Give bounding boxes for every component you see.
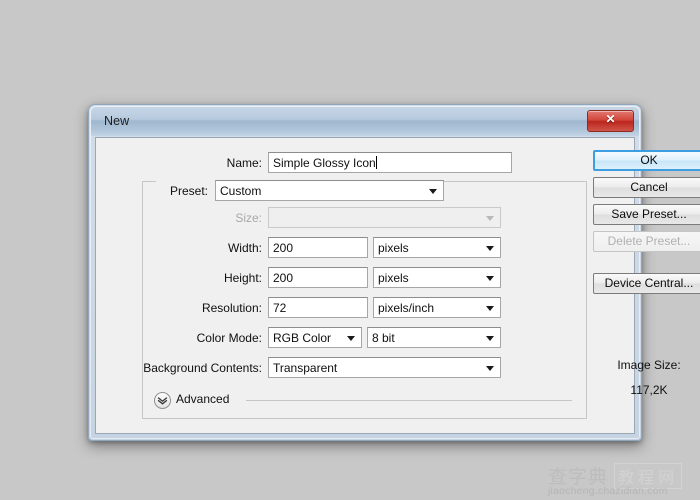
- dialog-content: Name: Simple Glossy Icon Preset: Custom …: [95, 137, 635, 434]
- save-preset-button[interactable]: Save Preset...: [593, 204, 700, 225]
- device-central-button-label: Device Central...: [604, 276, 694, 290]
- size-combobox: [268, 207, 501, 228]
- delete-preset-button: Delete Preset...: [593, 231, 700, 252]
- resolution-input[interactable]: 72: [268, 297, 368, 318]
- device-central-button[interactable]: Device Central...: [593, 273, 700, 294]
- text-caret: [375, 156, 377, 169]
- name-input[interactable]: Simple Glossy Icon: [268, 152, 512, 173]
- resolution-label: Resolution:: [201, 301, 262, 315]
- delete-preset-button-label: Delete Preset...: [607, 234, 691, 248]
- image-size-value: 117,2K: [630, 383, 668, 397]
- color-mode-label: Color Mode:: [196, 331, 262, 345]
- chevron-down-icon: [486, 246, 494, 251]
- advanced-section[interactable]: Advanced: [154, 391, 574, 409]
- width-value: 200: [273, 241, 294, 255]
- background-contents-combobox[interactable]: Transparent: [268, 357, 501, 378]
- background-contents-label: Background Contents:: [143, 361, 262, 375]
- cancel-button-label: Cancel: [630, 180, 668, 194]
- width-label: Width:: [227, 241, 262, 255]
- color-depth-combobox[interactable]: 8 bit: [367, 327, 501, 348]
- preset-label: Preset:: [169, 184, 208, 198]
- close-icon[interactable]: ✕: [587, 110, 634, 132]
- save-preset-button-label: Save Preset...: [611, 207, 687, 221]
- height-input[interactable]: 200: [268, 267, 368, 288]
- close-glyph: ✕: [605, 112, 616, 126]
- height-unit-combobox[interactable]: pixels: [373, 267, 501, 288]
- new-document-dialog: New ✕ Name: Simple Glossy Icon Preset: C…: [88, 104, 700, 441]
- group-box-top-left-rule: [142, 181, 156, 182]
- image-size-label: Image Size:: [617, 358, 681, 372]
- background-contents-value: Transparent: [273, 361, 338, 375]
- name-label: Name:: [226, 156, 262, 170]
- chevron-down-circle-icon[interactable]: [154, 392, 171, 409]
- dialog-title-bar[interactable]: New ✕: [91, 107, 639, 136]
- chevron-down-icon: [486, 306, 494, 311]
- chevron-down-glyph: [157, 396, 168, 405]
- watermark: 查字典 教程网 jiaocheng.chazidian.com: [548, 462, 694, 497]
- chevron-down-icon: [486, 366, 494, 371]
- width-unit-value: pixels: [378, 241, 409, 255]
- preset-combobox[interactable]: Custom: [215, 180, 444, 201]
- chevron-down-icon: [486, 216, 494, 221]
- group-box-top-right-rule: [436, 181, 587, 182]
- preset-value: Custom: [220, 184, 262, 198]
- advanced-divider: [246, 400, 572, 401]
- size-label: Size:: [235, 211, 262, 225]
- watermark-url: jiaocheng.chazidian.com: [548, 485, 668, 497]
- advanced-label: Advanced: [176, 392, 230, 406]
- image-size-readout: Image Size: 117,2K: [593, 358, 700, 397]
- name-input-value: Simple Glossy Icon: [273, 156, 376, 170]
- color-mode-combobox[interactable]: RGB Color: [268, 327, 362, 348]
- ok-button-label: OK: [640, 153, 658, 167]
- width-input[interactable]: 200: [268, 237, 368, 258]
- color-depth-value: 8 bit: [372, 331, 395, 345]
- dialog-title: New: [104, 114, 130, 128]
- chevron-down-icon: [486, 336, 494, 341]
- color-mode-value: RGB Color: [273, 331, 332, 345]
- height-label: Height:: [223, 271, 262, 285]
- chevron-down-icon: [429, 189, 437, 194]
- cancel-button[interactable]: Cancel: [593, 177, 700, 198]
- resolution-value: 72: [273, 301, 287, 315]
- chevron-down-icon: [486, 276, 494, 281]
- width-unit-combobox[interactable]: pixels: [373, 237, 501, 258]
- resolution-unit-combobox[interactable]: pixels/inch: [373, 297, 501, 318]
- height-value: 200: [273, 271, 294, 285]
- resolution-unit-value: pixels/inch: [378, 301, 435, 315]
- chevron-down-icon: [347, 336, 355, 341]
- ok-button[interactable]: OK: [593, 150, 700, 171]
- height-unit-value: pixels: [378, 271, 409, 285]
